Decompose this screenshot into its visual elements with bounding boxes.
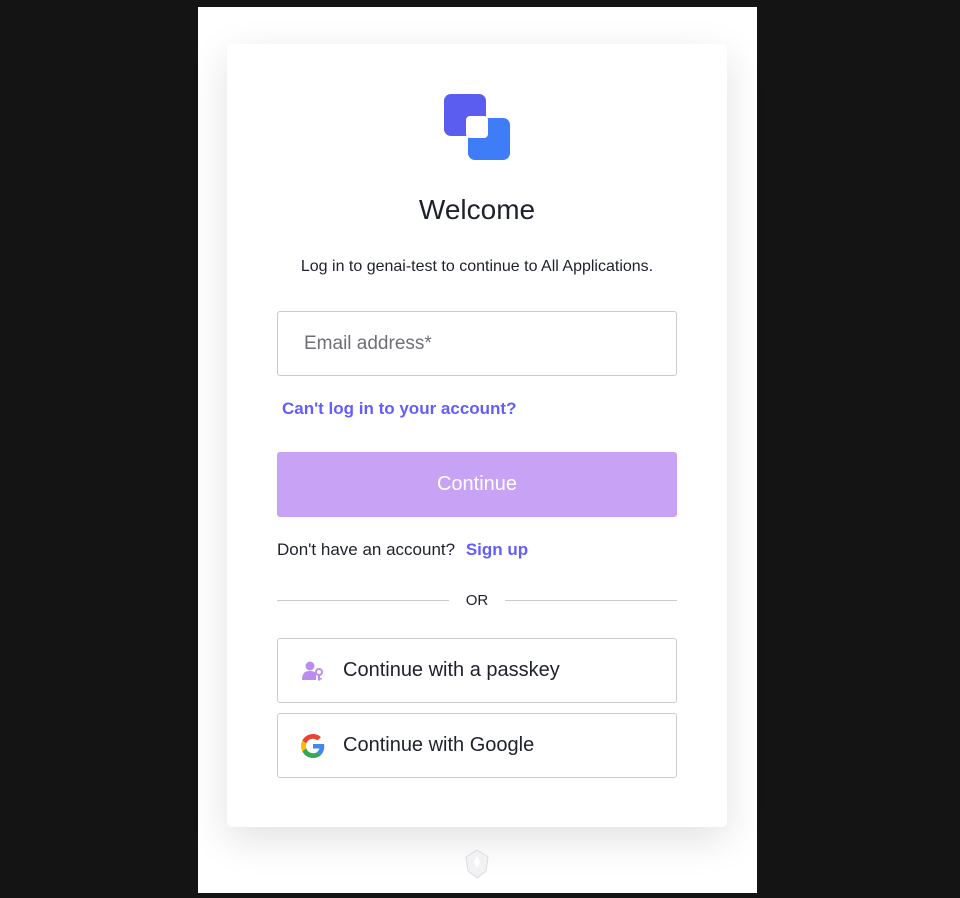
passkey-button[interactable]: Continue with a passkey — [277, 638, 677, 703]
person-key-icon — [300, 658, 326, 684]
divider-line-right — [505, 600, 677, 601]
email-input[interactable] — [278, 312, 664, 375]
google-button[interactable]: Continue with Google — [277, 713, 677, 778]
app-logo — [444, 94, 510, 160]
google-g-icon — [300, 733, 326, 759]
login-page: Welcome Log in to genai-test to continue… — [198, 7, 757, 893]
or-divider: OR — [277, 590, 677, 610]
continue-button[interactable]: Continue — [277, 452, 677, 517]
email-field[interactable] — [277, 311, 677, 376]
signup-row: Don't have an account? Sign up — [277, 540, 528, 560]
page-title: Welcome — [418, 194, 536, 225]
signup-link[interactable]: Sign up — [466, 540, 528, 559]
subtitle: Log in to genai-test to continue to All … — [300, 258, 654, 275]
google-label: Continue with Google — [343, 734, 535, 756]
passkey-label: Continue with a passkey — [343, 659, 560, 681]
login-card: Welcome Log in to genai-test to continue… — [227, 44, 727, 827]
shield-badge-icon — [465, 849, 489, 879]
forgot-account-link[interactable]: Can't log in to your account? — [282, 399, 516, 419]
signup-prompt: Don't have an account? — [277, 540, 456, 559]
